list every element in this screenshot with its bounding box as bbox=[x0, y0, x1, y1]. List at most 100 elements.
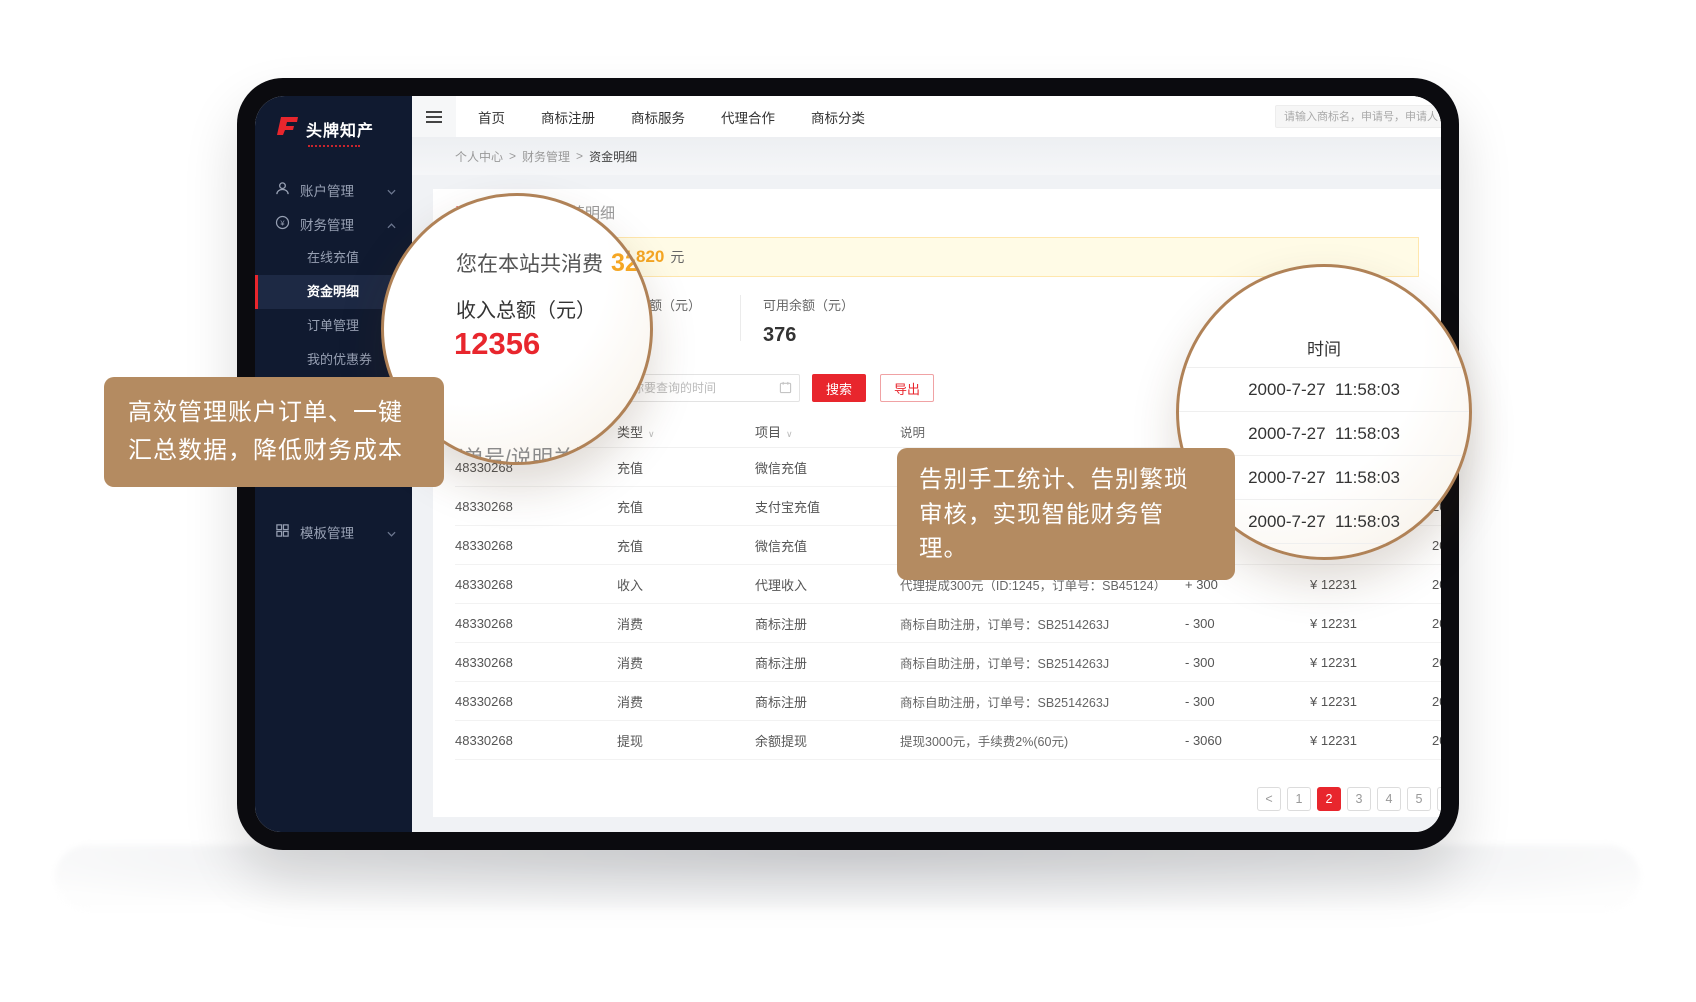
lens-income-value: 12356 bbox=[454, 326, 540, 362]
breadcrumb-item[interactable]: 财务管理 bbox=[522, 148, 570, 165]
chevron-down-icon bbox=[387, 525, 396, 540]
sort-caret-icon: ∨ bbox=[786, 429, 793, 439]
banner-unit: 元 bbox=[670, 247, 684, 267]
column-header-type[interactable]: 类型 ∨ bbox=[617, 422, 755, 441]
chevron-down-icon bbox=[387, 183, 396, 198]
callout-left: 高效管理账户订单、一键 汇总数据，降低财务成本 bbox=[104, 377, 444, 487]
sidebar-item-finance[interactable]: ¥ 财务管理 bbox=[255, 207, 412, 241]
callout-text-line: 理。 bbox=[919, 531, 1213, 566]
cell-order-no: 48330268 bbox=[455, 577, 617, 592]
next-page-button[interactable]: > bbox=[1437, 787, 1441, 811]
cell-project: 支付宝充值 bbox=[755, 497, 900, 516]
cell-type: 消费 bbox=[617, 653, 755, 672]
sidebar-item-template[interactable]: 模板管理 bbox=[255, 515, 412, 549]
cell-time: 2000-7-27 11:58:03 bbox=[1432, 655, 1441, 670]
cell-type: 收入 bbox=[617, 575, 755, 594]
cell-order-no: 48330268 bbox=[455, 616, 617, 631]
prev-page-button[interactable]: < bbox=[1257, 787, 1281, 811]
cell-order-no: 48330268 bbox=[455, 499, 617, 514]
page-button-5[interactable]: 5 bbox=[1407, 787, 1431, 811]
nav-item-trademark-category[interactable]: 商标分类 bbox=[811, 107, 865, 127]
cell-type: 消费 bbox=[617, 692, 755, 711]
column-header-description: 说明 bbox=[900, 422, 1160, 441]
chevron-up-icon bbox=[387, 217, 396, 232]
cell-project: 代理收入 bbox=[755, 575, 900, 594]
nav-item-home[interactable]: 首页 bbox=[478, 107, 505, 127]
stat-label: 可用余额（元） bbox=[763, 295, 854, 314]
lens-banner-text: 您在本站共消费32124 bbox=[456, 248, 653, 278]
cell-type: 消费 bbox=[617, 614, 755, 633]
cell-project: 微信充值 bbox=[755, 458, 900, 477]
hamburger-button[interactable] bbox=[412, 96, 456, 137]
lens-income-label: 收入总额（元） bbox=[456, 294, 596, 323]
logo-title: 头牌知产 bbox=[306, 117, 374, 141]
cell-description: 提现3000元，手续费2%(60元) bbox=[900, 731, 1160, 750]
callout-text-line: 高效管理账户订单、一键 bbox=[128, 394, 420, 432]
cell-project: 商标注册 bbox=[755, 614, 900, 633]
sidebar-subitem-recharge[interactable]: 在线充值 bbox=[255, 241, 412, 275]
cell-time: 2000-7-27 11:58:03 bbox=[1432, 616, 1441, 631]
page-button-1[interactable]: 1 bbox=[1287, 787, 1311, 811]
table-row[interactable]: 48330268 消费 商标注册 商标自助注册，订单号：SB2514263J -… bbox=[455, 682, 1441, 721]
nav-item-trademark-register[interactable]: 商标注册 bbox=[541, 107, 595, 127]
logo: 头牌知产 bbox=[255, 96, 412, 147]
page-button-4[interactable]: 4 bbox=[1377, 787, 1401, 811]
breadcrumb-separator: > bbox=[576, 149, 583, 163]
sort-caret-icon: ∨ bbox=[648, 429, 655, 439]
calendar-icon bbox=[779, 381, 792, 399]
top-nav-menu: 首页 商标注册 商标服务 代理合作 商标分类 bbox=[478, 107, 865, 127]
cell-balance: ¥ 12231 bbox=[1285, 616, 1432, 631]
logo-tagline bbox=[308, 145, 360, 147]
callout-text-line: 告别手工统计、告别繁琐 bbox=[919, 462, 1213, 497]
cell-amount: - 300 bbox=[1160, 616, 1285, 631]
cell-description: 商标自助注册，订单号：SB2514263J bbox=[900, 614, 1160, 633]
cell-time: 2000-7-27 11:58:03 bbox=[1432, 733, 1441, 748]
cell-order-no: 48330268 bbox=[455, 538, 617, 553]
pagination: < 1 2 3 4 5 > bbox=[1257, 787, 1441, 811]
svg-text:¥: ¥ bbox=[280, 218, 285, 227]
logo-icon bbox=[275, 116, 299, 141]
nav-item-trademark-service[interactable]: 商标服务 bbox=[631, 107, 685, 127]
cell-project: 商标注册 bbox=[755, 692, 900, 711]
cell-order-no: 48330268 bbox=[455, 733, 617, 748]
nav-item-agent-cooperation[interactable]: 代理合作 bbox=[721, 107, 775, 127]
lens-banner-amount: 32124 bbox=[611, 249, 653, 277]
callout-right: 告别手工统计、告别繁琐 审核，实现智能财务管 理。 bbox=[897, 448, 1235, 580]
column-header-project[interactable]: 项目 ∨ bbox=[755, 422, 900, 441]
cell-project: 商标注册 bbox=[755, 653, 900, 672]
breadcrumb-item[interactable]: 个人中心 bbox=[455, 148, 503, 165]
table-row[interactable]: 48330268 提现 余额提现 提现3000元，手续费2%(60元) - 30… bbox=[455, 721, 1441, 760]
cell-description: 商标自助注册，订单号：SB2514263J bbox=[900, 653, 1160, 672]
table-row[interactable]: 48330268 消费 商标注册 商标自助注册，订单号：SB2514263J -… bbox=[455, 604, 1441, 643]
column-header-label: 类型 bbox=[617, 425, 643, 440]
breadcrumb: 个人中心 > 财务管理 > 资金明细 bbox=[412, 137, 1441, 175]
cell-type: 提现 bbox=[617, 731, 755, 750]
column-header-label: 项目 bbox=[755, 425, 781, 440]
cell-time: 2000-7-27 11:58:03 bbox=[1432, 694, 1441, 709]
sidebar-item-account[interactable]: 账户管理 bbox=[255, 173, 412, 207]
topbar: 首页 商标注册 商标服务 代理合作 商标分类 bbox=[412, 96, 1441, 137]
cell-description: 商标自助注册，订单号：SB2514263J bbox=[900, 692, 1160, 711]
cell-type: 充值 bbox=[617, 536, 755, 555]
cell-type: 充值 bbox=[617, 458, 755, 477]
export-button[interactable]: 导出 bbox=[880, 374, 934, 402]
finance-icon: ¥ bbox=[275, 215, 290, 233]
cell-balance: ¥ 12231 bbox=[1285, 733, 1432, 748]
cell-balance: ¥ 12231 bbox=[1285, 577, 1432, 592]
cell-time: 2000-7-27 11:58:03 bbox=[1432, 577, 1441, 592]
search-button[interactable]: 搜索 bbox=[812, 374, 866, 402]
stat-value: 376 bbox=[763, 324, 854, 347]
table-row[interactable]: 48330268 消费 商标注册 商标自助注册，订单号：SB2514263J -… bbox=[455, 643, 1441, 682]
callout-text-line: 汇总数据，降低财务成本 bbox=[128, 432, 420, 470]
cell-type: 充值 bbox=[617, 497, 755, 516]
cell-project: 余额提现 bbox=[755, 731, 900, 750]
page-button-3[interactable]: 3 bbox=[1347, 787, 1371, 811]
hamburger-icon bbox=[426, 108, 442, 126]
cell-amount: - 3060 bbox=[1160, 733, 1285, 748]
lens-time-header: 时间 bbox=[1179, 335, 1469, 360]
cell-amount: - 300 bbox=[1160, 694, 1285, 709]
lens-time-value: 2000-7-27 11:58:03 bbox=[1179, 367, 1469, 411]
search-input[interactable] bbox=[1275, 105, 1441, 128]
laptop-base bbox=[55, 845, 1640, 909]
page-button-2-active[interactable]: 2 bbox=[1317, 787, 1341, 811]
